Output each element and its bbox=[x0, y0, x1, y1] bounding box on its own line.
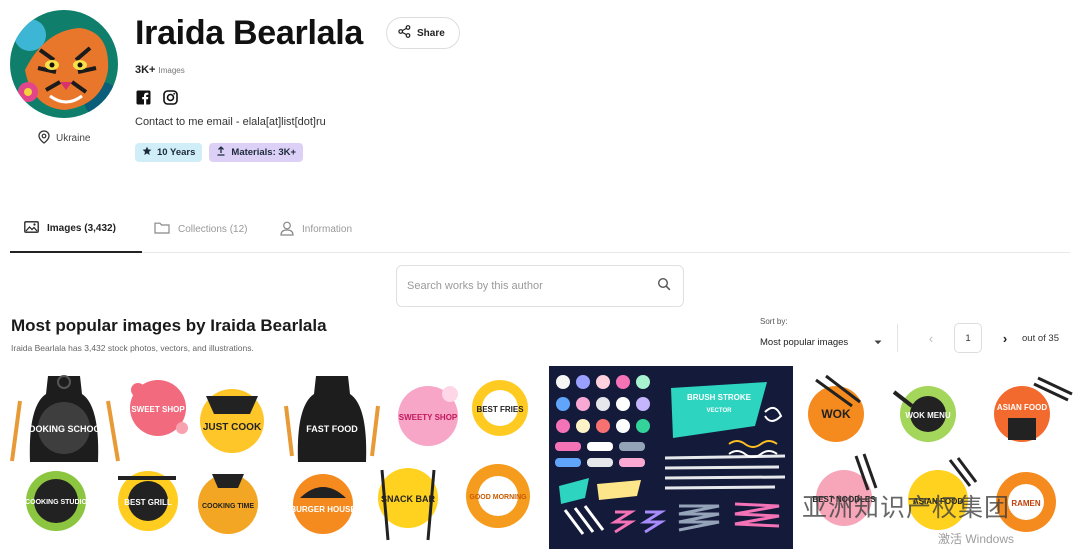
logo-label: RAMEN bbox=[1011, 499, 1041, 508]
contact-text: Contact to me email - elala[at]list[dot]… bbox=[135, 116, 326, 128]
logo-label: ASIAN FOOD bbox=[997, 403, 1047, 412]
years-badge-label: 10 Years bbox=[157, 147, 196, 158]
badges: 10 Years Materials: 3K+ bbox=[135, 143, 304, 162]
materials-badge-label: Materials: 3K+ bbox=[231, 147, 297, 158]
logo-label: COOKING TIME bbox=[202, 503, 254, 510]
logo-label: WOK bbox=[821, 407, 851, 421]
logo-label: COOKING SCHOOL bbox=[22, 424, 107, 434]
upload-icon bbox=[216, 146, 226, 159]
logo-label: COOKING STUDIO bbox=[25, 499, 87, 506]
search-icon[interactable] bbox=[657, 277, 671, 296]
profile-tabs: Images (3,432) Collections (12) Informat… bbox=[10, 206, 1070, 253]
watermark-text: 亚洲知识产权集团 bbox=[802, 493, 1011, 522]
logo-label: BEST GRILL bbox=[124, 498, 172, 507]
pagination: ‹ 1 › out of 35 bbox=[920, 322, 1059, 354]
logo-label: BURGER HOUSE bbox=[290, 505, 356, 514]
chevron-down-icon bbox=[874, 337, 882, 348]
section-subtitle: Iraida Bearlala has 3,432 stock photos, … bbox=[11, 343, 254, 353]
instagram-icon[interactable] bbox=[163, 90, 178, 105]
facebook-icon[interactable] bbox=[136, 90, 151, 105]
prev-page-icon[interactable]: ‹ bbox=[920, 331, 942, 346]
logo-label: SWEETY SHOP bbox=[399, 413, 458, 422]
image-icon bbox=[24, 221, 39, 236]
logo-label: VECTOR bbox=[707, 408, 733, 414]
sort-label: Sort by: bbox=[760, 317, 788, 326]
tab-collections[interactable]: Collections (12) bbox=[142, 206, 274, 253]
tab-images-label: Images (3,432) bbox=[47, 223, 116, 234]
tab-information-label: Information bbox=[302, 224, 353, 235]
share-icon bbox=[398, 25, 411, 41]
logo-label: SWEET SHOP bbox=[131, 405, 185, 414]
section-title: Most popular images by Iraida Bearlala bbox=[11, 316, 327, 335]
location-pin-icon bbox=[38, 130, 50, 147]
user-icon bbox=[280, 221, 294, 239]
page-count: out of 35 bbox=[1022, 332, 1059, 344]
logo-label: FAST FOOD bbox=[306, 424, 358, 434]
logo-label: JUST COOK bbox=[203, 422, 262, 433]
share-button[interactable]: Share bbox=[386, 17, 460, 49]
logo-label: BEST FRIES bbox=[476, 405, 524, 414]
logo-label: GOOD MORNING bbox=[469, 494, 527, 501]
sort-select[interactable]: Most popular images bbox=[760, 334, 882, 350]
images-count-label: Images bbox=[158, 66, 185, 75]
search-input[interactable] bbox=[407, 280, 657, 292]
gallery-image-fast-food-logos[interactable]: FAST FOOD SWEETY SHOP BEST FRIES BURGER … bbox=[278, 366, 545, 549]
author-name: Iraida Bearlala bbox=[135, 14, 363, 52]
share-label: Share bbox=[417, 27, 445, 39]
tab-images[interactable]: Images (3,432) bbox=[10, 206, 142, 253]
author-location: Ukraine bbox=[38, 130, 90, 147]
images-count: 3K+ bbox=[135, 64, 156, 76]
years-badge: 10 Years bbox=[135, 143, 203, 162]
divider bbox=[897, 324, 898, 352]
gallery-image-brush-strokes[interactable]: BRUSH STROKE VECTOR bbox=[549, 366, 793, 549]
tab-information[interactable]: Information bbox=[274, 206, 366, 253]
os-activation-notice: 激活 Windows bbox=[938, 532, 1015, 546]
social-links bbox=[136, 90, 178, 105]
logo-label: WOK MENU bbox=[905, 411, 951, 420]
folder-icon bbox=[154, 222, 170, 237]
logo-label: BRUSH STROKE bbox=[687, 393, 752, 402]
author-avatar bbox=[10, 10, 118, 118]
materials-badge: Materials: 3K+ bbox=[209, 143, 304, 162]
logo-label: SNACK BAR bbox=[381, 494, 436, 504]
search-box bbox=[396, 265, 684, 307]
gallery-image-food-logos[interactable]: COOKING SCHOOL SWEET SHOP JUST COOK COOK… bbox=[0, 366, 275, 549]
star-icon bbox=[142, 146, 152, 159]
sort-selected-value: Most popular images bbox=[760, 336, 849, 348]
next-page-icon[interactable]: › bbox=[994, 331, 1016, 346]
page-number-input[interactable]: 1 bbox=[954, 323, 982, 353]
location-text: Ukraine bbox=[56, 133, 91, 144]
author-stats: 3K+ Images bbox=[135, 64, 185, 76]
tab-collections-label: Collections (12) bbox=[178, 224, 248, 235]
